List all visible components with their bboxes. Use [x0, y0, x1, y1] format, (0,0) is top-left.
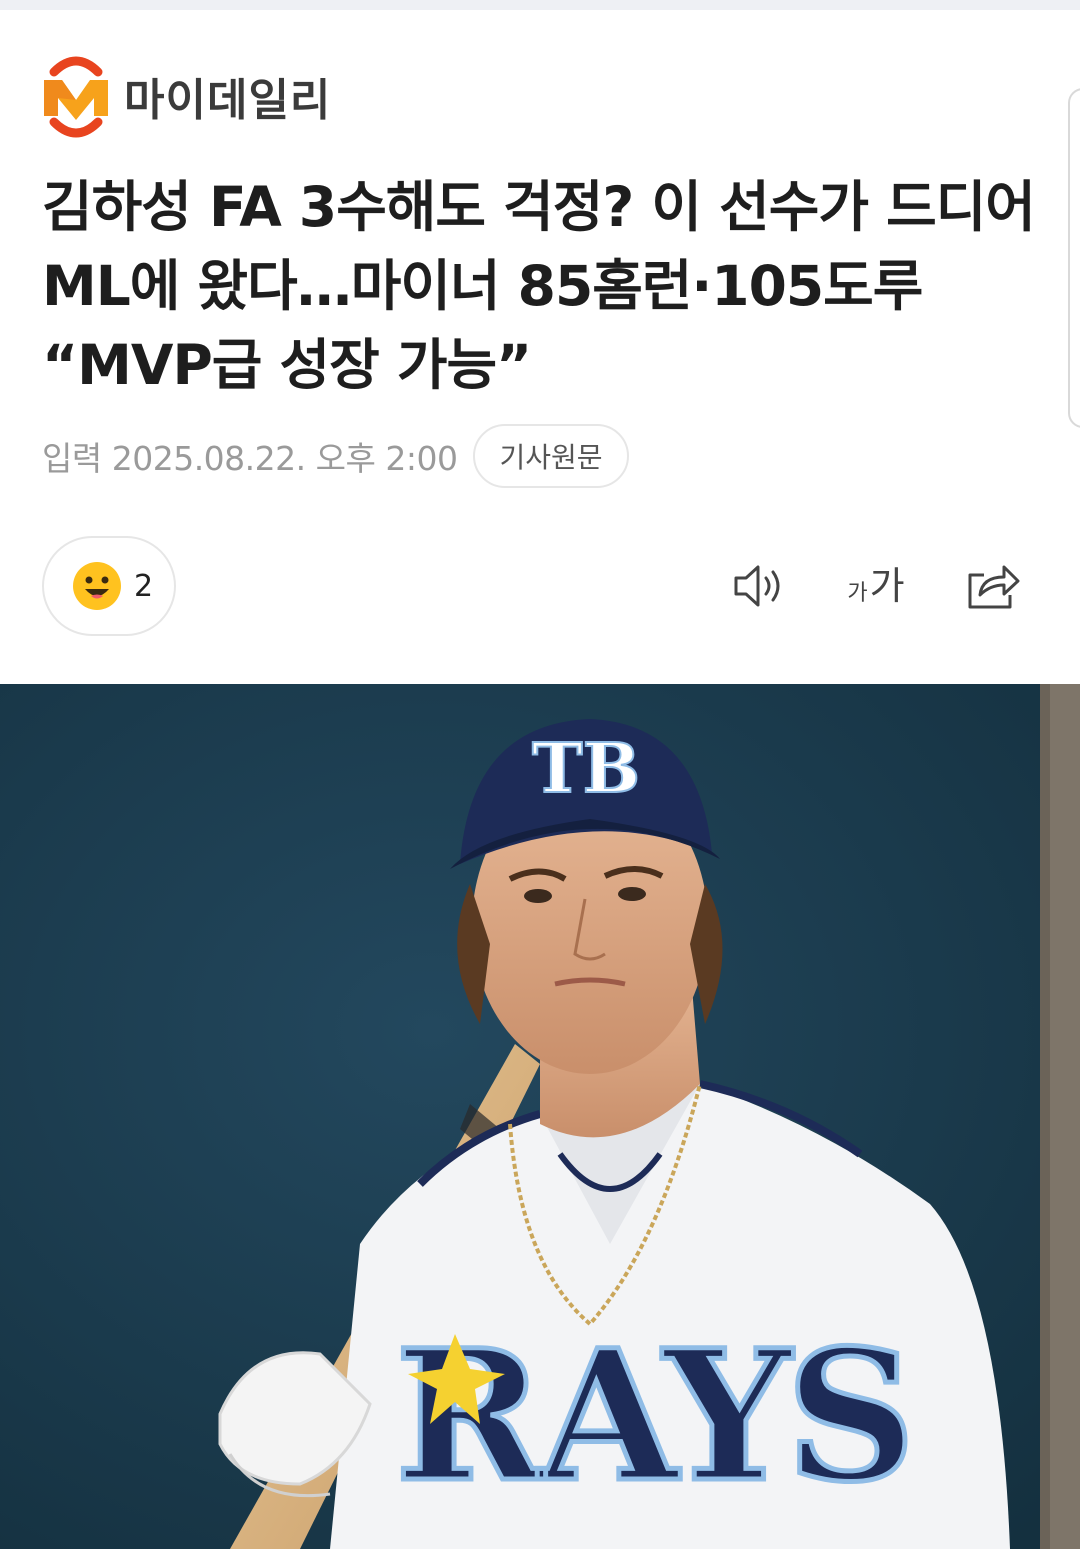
- published-date: 입력 2025.08.22. 오후 2:00: [42, 439, 458, 478]
- cap-logo: TB: [532, 729, 640, 809]
- article-meta: 입력 2025.08.22. 오후 2:00 기사원문: [42, 424, 629, 488]
- font-size-button[interactable]: 가 가: [846, 556, 906, 616]
- font-size-icon: 가 가: [847, 567, 904, 605]
- share-button[interactable]: [962, 556, 1022, 616]
- speaker-icon: [734, 565, 780, 607]
- article-photo[interactable]: RAYS TB: [0, 684, 1080, 1549]
- font-size-large-glyph: 가: [869, 564, 905, 608]
- player-photo: RAYS TB: [0, 684, 1080, 1549]
- font-size-small-glyph: 가: [847, 581, 868, 606]
- reaction-button[interactable]: 2: [42, 536, 176, 636]
- smile-emoji-icon: [73, 562, 121, 610]
- article-headline: 김하성 FA 3수해도 걱정? 이 선수가 드디어 ML에 왔다…마이너 85홈…: [42, 175, 1036, 397]
- original-article-button[interactable]: 기사원문: [473, 424, 629, 488]
- next-card-edge[interactable]: [1068, 88, 1080, 428]
- brand-name: 마이데일리: [124, 75, 332, 126]
- share-icon: [968, 565, 1020, 609]
- tts-button[interactable]: [730, 556, 790, 616]
- mydaily-logo-icon: [44, 56, 108, 138]
- reaction-count: 2: [134, 568, 154, 604]
- top-strip: [0, 0, 1080, 10]
- brand-header[interactable]: 마이데일리: [40, 50, 331, 142]
- article-toolbar: 가 가: [730, 556, 1022, 616]
